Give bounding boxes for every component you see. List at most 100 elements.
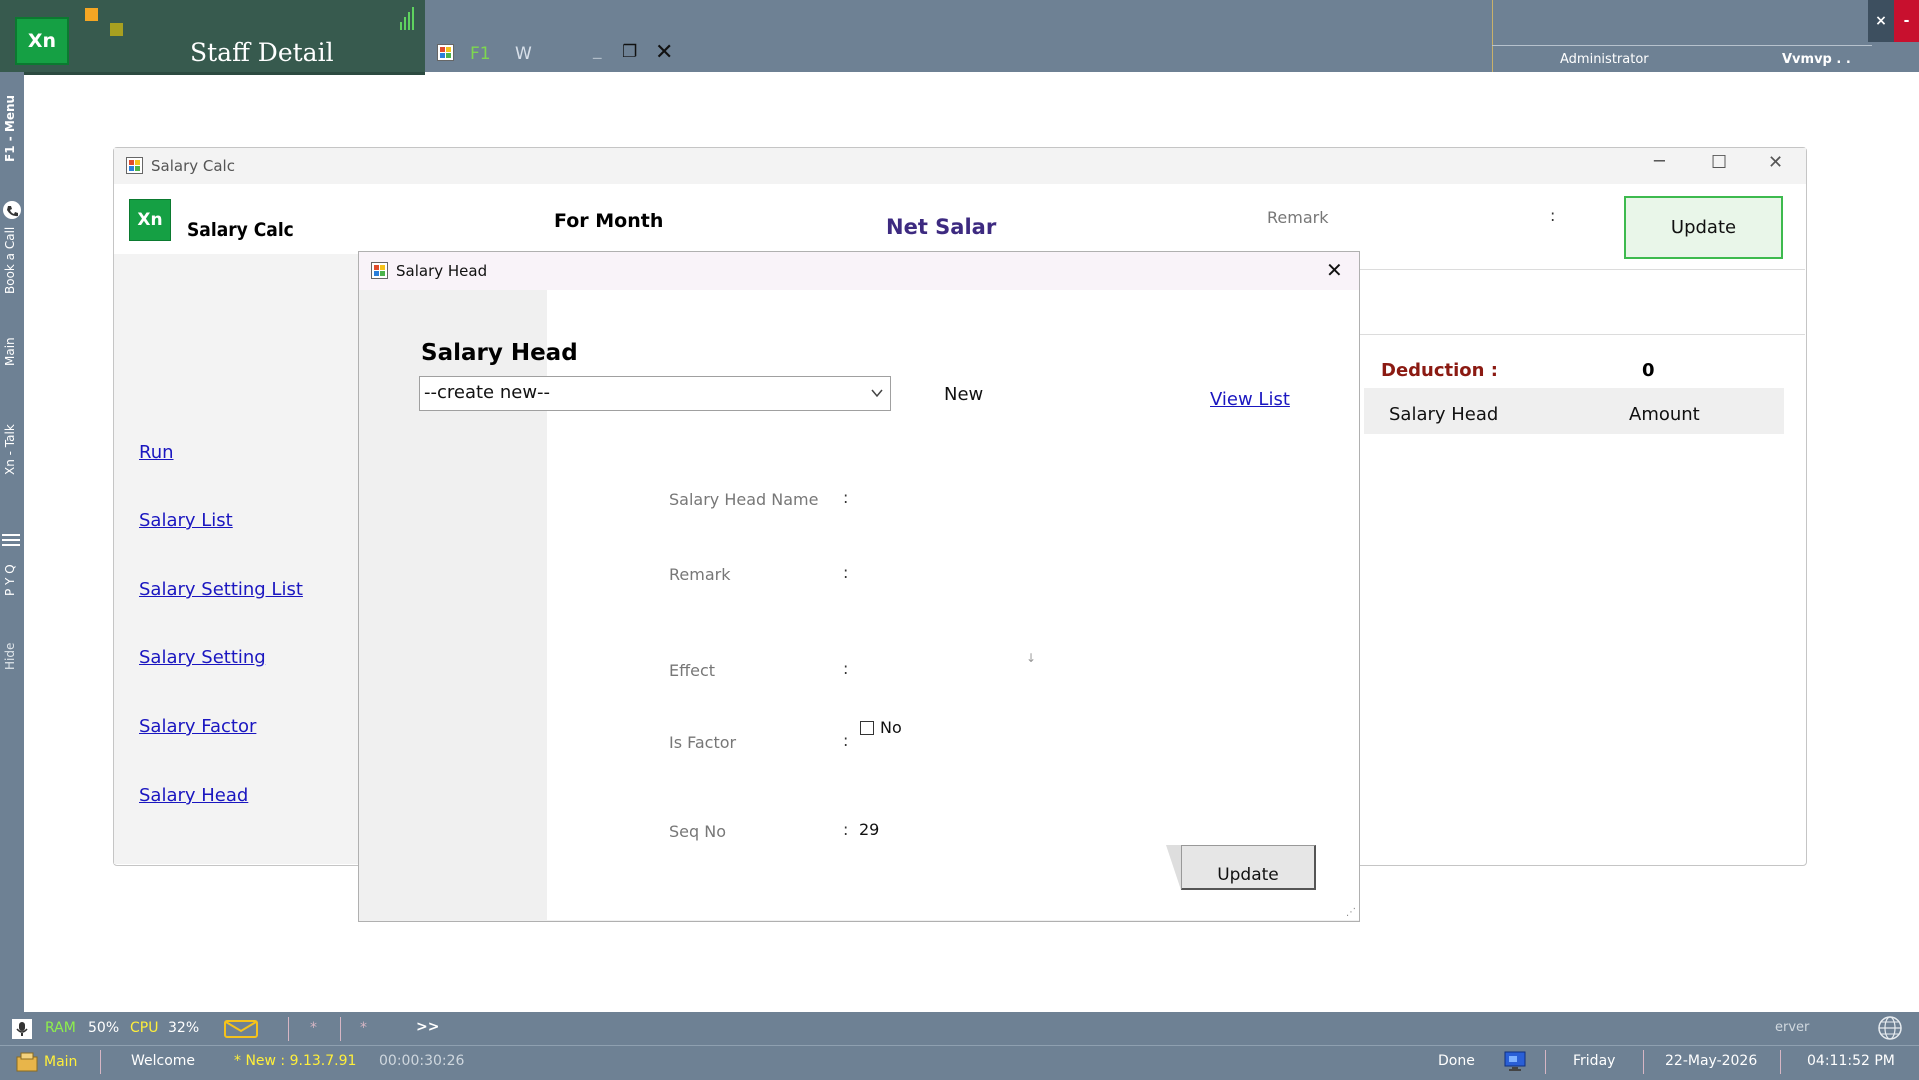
mail-icon[interactable] (224, 1019, 258, 1039)
more-button[interactable]: >> (416, 1019, 439, 1035)
remark-colon: : (1550, 206, 1556, 225)
ram-label: RAM (45, 1020, 76, 1036)
form-icon[interactable] (437, 44, 454, 61)
page-title: Salary Calc (187, 219, 294, 241)
minimize-icon[interactable]: _ (593, 40, 602, 60)
welcome-text: Welcome (131, 1053, 196, 1069)
signal-icon (400, 7, 414, 30)
column-header-amount[interactable]: Amount (1629, 404, 1700, 425)
update-button[interactable]: Update (1181, 845, 1316, 890)
status-star[interactable]: * (360, 1020, 367, 1036)
colon: : (843, 563, 849, 582)
strip-book-call[interactable]: Book a Call (3, 227, 17, 294)
nav-salary-factor[interactable]: Salary Factor (139, 716, 256, 737)
colon: : (843, 731, 849, 750)
ram-value: 50% (88, 1020, 120, 1036)
app-close-button[interactable]: × (1868, 0, 1894, 42)
monitor-icon[interactable] (1503, 1049, 1527, 1073)
update-button[interactable]: Update (1624, 196, 1783, 259)
is-factor-checkbox[interactable] (860, 721, 874, 735)
close-icon[interactable]: ✕ (655, 40, 673, 65)
deduction-value: 0 (1642, 360, 1655, 381)
dialog-titlebar (359, 252, 1359, 290)
effect-select[interactable] (859, 647, 1049, 677)
nav-salary-head[interactable]: Salary Head (139, 785, 248, 806)
xn-logo: Xn (129, 199, 171, 241)
mic-icon[interactable] (12, 1019, 32, 1039)
view-list-link[interactable]: View List (1210, 389, 1290, 410)
divider (1492, 45, 1872, 46)
select-value: --create new-- (424, 382, 551, 403)
f1-button[interactable]: F1 (470, 44, 491, 64)
time-text: 04:11:52 PM (1807, 1053, 1895, 1069)
form-icon (371, 262, 388, 279)
effect-label: Effect (669, 661, 716, 680)
cpu-value: 32% (168, 1020, 200, 1036)
session-timer: 00:00:30:26 (379, 1053, 465, 1069)
restore-icon[interactable]: ❐ (622, 42, 637, 62)
phone-icon[interactable] (2, 200, 22, 220)
salary-head-name-input[interactable] (859, 480, 1299, 510)
cpu-label: CPU (130, 1020, 159, 1036)
w-button[interactable]: W (515, 44, 532, 64)
colon: : (843, 488, 849, 507)
separator (340, 1017, 341, 1041)
strip-pyq[interactable]: P Y Q (3, 564, 17, 596)
remark-input[interactable] (859, 555, 1299, 585)
separator (100, 1050, 101, 1074)
resize-grip-icon[interactable]: ⋰ (1346, 907, 1356, 918)
menu-lines-icon[interactable] (2, 533, 20, 547)
nav-salary-setting-list[interactable]: Salary Setting List (139, 579, 303, 600)
strip-hide[interactable]: Hide (3, 643, 17, 670)
column-header-salary-head[interactable]: Salary Head (1389, 404, 1498, 425)
status-done: Done (1438, 1053, 1475, 1069)
main-tab[interactable]: Main (44, 1054, 77, 1070)
is-factor-label: Is Factor (669, 733, 737, 752)
server-label: erver (1775, 1020, 1810, 1035)
status-star[interactable]: * (310, 1020, 317, 1036)
close-icon[interactable]: ✕ (1326, 258, 1343, 282)
home-icon[interactable] (15, 1051, 39, 1073)
remark-label: Remark (669, 565, 731, 584)
nav-salary-list[interactable]: Salary List (139, 510, 233, 531)
separator (1780, 1050, 1781, 1074)
strip-menu[interactable]: F1 - Menu (3, 95, 17, 162)
app-title: Staff Detail (190, 38, 334, 67)
form-icon (126, 157, 143, 174)
strip-main[interactable]: Main (3, 337, 17, 366)
salary-head-dialog: Salary Head ✕ Salary Head --create new--… (358, 251, 1360, 922)
mode-label: New (944, 384, 984, 405)
remark-label: Remark (1267, 208, 1329, 227)
colon: : (843, 820, 849, 839)
separator (288, 1017, 289, 1041)
maximize-icon[interactable]: ☐ (1711, 152, 1727, 173)
window-title: Salary Calc (151, 157, 235, 175)
colon: : (843, 659, 849, 678)
deduction-label: Deduction : (1381, 360, 1498, 381)
chevron-down-icon (871, 389, 883, 398)
date-text: 22-May-2026 (1665, 1053, 1758, 1069)
xn-logo: Xn (15, 17, 69, 65)
site-name: Vvmvp . . (1782, 52, 1851, 67)
dropdown-arrow-icon[interactable]: ↓ (1026, 651, 1036, 665)
window-titlebar (114, 148, 1806, 184)
seq-no-input[interactable]: 29 (859, 820, 879, 839)
indicator-square (110, 23, 123, 36)
separator (1643, 1050, 1644, 1074)
dialog-title: Salary Head (396, 262, 488, 280)
nav-salary-setting[interactable]: Salary Setting (139, 647, 266, 668)
is-factor-value[interactable]: No (880, 718, 902, 737)
close-icon[interactable]: ✕ (1768, 152, 1783, 173)
user-name: Administrator (1560, 52, 1649, 67)
minimize-icon[interactable]: ─ (1654, 151, 1665, 172)
salary-head-name-label: Salary Head Name (669, 490, 819, 509)
app-minimize-button[interactable]: - (1894, 0, 1919, 42)
version-text[interactable]: * New : 9.13.7.91 (234, 1053, 356, 1069)
salary-head-select[interactable]: --create new-- (419, 376, 891, 411)
nav-run[interactable]: Run (139, 442, 174, 463)
for-month-label: For Month (554, 210, 664, 232)
separator (1545, 1050, 1546, 1074)
strip-xn-talk[interactable]: Xn - Talk (3, 424, 17, 475)
seq-no-label: Seq No (669, 822, 726, 841)
globe-icon[interactable] (1877, 1015, 1903, 1041)
